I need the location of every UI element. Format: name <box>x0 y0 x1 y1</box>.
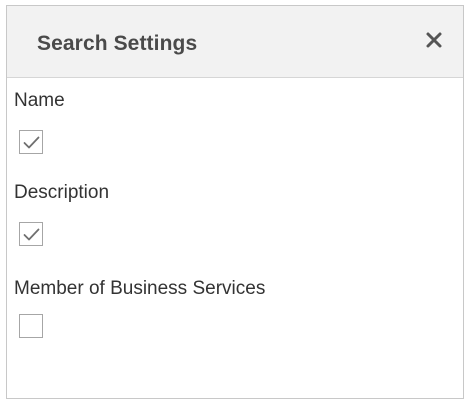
member-of-business-services-checkbox[interactable] <box>19 314 43 338</box>
option-name: Name <box>14 90 65 112</box>
close-button[interactable] <box>421 27 447 53</box>
close-icon <box>426 32 442 48</box>
option-label: Description <box>14 182 110 203</box>
panel-title: Search Settings <box>37 32 198 55</box>
panel-header: Search Settings <box>7 6 463 78</box>
checkmark-icon <box>23 228 40 241</box>
option-description: Description <box>14 182 109 204</box>
option-label: Name <box>14 90 65 111</box>
description-checkbox[interactable] <box>19 222 43 246</box>
checkmark-icon <box>23 136 40 149</box>
option-member-of-business-services: Member of Business Services <box>14 278 265 300</box>
search-settings-panel: Search Settings Name Description Member … <box>6 5 464 399</box>
option-label: Member of Business Services <box>14 278 266 299</box>
name-checkbox[interactable] <box>19 130 43 154</box>
